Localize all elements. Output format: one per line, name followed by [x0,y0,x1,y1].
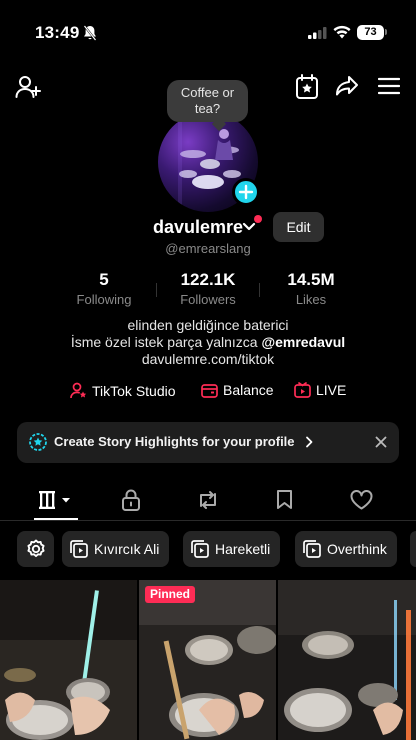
tab-videos-grid[interactable] [38,490,72,510]
chip-overflow[interactable] [410,531,416,567]
tab-private-lock-icon[interactable] [121,489,141,511]
bio-line-2-text: İsme özel istek parça yalnızca [70,334,262,350]
video-thumbnail-3[interactable] [278,580,416,740]
video-thumbnail-2[interactable] [139,580,276,740]
chevron-down-icon[interactable] [242,222,256,232]
tab-favorites-bookmark-icon[interactable] [276,489,293,510]
chevron-right-icon [305,436,313,448]
playlist-icon [303,540,321,558]
person-star-icon [70,382,87,399]
bio-line-2: İsme özel istek parça yalnızca @emredavu… [0,334,416,350]
calendar-star-icon[interactable] [295,74,319,100]
bio-mention-link[interactable]: @emredavul [261,334,345,350]
stat-likes[interactable]: 14.5M Likes [261,270,361,307]
likes-count: 14.5M [287,270,335,289]
share-icon[interactable] [335,74,359,98]
battery-tip [385,29,387,35]
playlist-icon [70,540,88,558]
video-thumbnail-1[interactable] [0,580,137,740]
stat-followers[interactable]: 122.1K Followers [158,270,258,307]
chip-settings[interactable] [17,531,54,567]
following-label: Following [76,292,132,307]
user-handle: @emrearslang [165,241,251,256]
menu-icon[interactable] [378,77,400,95]
status-time: 13:49 [35,23,80,42]
notification-dot [254,215,262,223]
tab-divider [0,520,416,521]
highlight-star-icon [29,433,47,451]
gear-icon [26,539,46,559]
playlist-icon [191,540,209,558]
balance-link[interactable]: Balance [201,382,274,398]
live-link[interactable]: LIVE [294,382,346,398]
followers-count: 122.1K [180,270,236,289]
stat-divider [156,283,157,297]
pinned-badge: Pinned [145,586,196,603]
bio-website-link[interactable]: davulemre.com/tiktok [0,351,416,367]
add-friend-icon[interactable] [15,74,41,100]
chip-playlist-3[interactable]: Overthink [295,531,397,567]
live-tv-icon [294,382,311,398]
chip-playlist-2[interactable]: Hareketli [183,531,281,567]
tab-liked-heart-icon[interactable] [350,490,373,510]
bell-slash-icon [83,25,97,41]
wifi-icon [333,25,351,39]
tiktok-studio-link[interactable]: TikTok Studio [70,382,176,399]
likes-label: Likes [295,292,327,307]
chip-label: Hareketli [215,541,271,557]
edit-profile-button[interactable]: Edit [273,212,324,242]
wallet-icon [201,383,218,398]
cellular-signal-icon [308,27,328,39]
add-avatar-button[interactable] [232,178,260,206]
followers-label: Followers [180,292,236,307]
close-icon[interactable] [375,436,387,448]
live-label: LIVE [316,382,347,398]
stat-following[interactable]: 5 Following [54,270,154,307]
chip-label: Overthink [327,541,387,557]
chip-label: Kıvırcık Ali [94,541,160,557]
chip-playlist-1[interactable]: Kıvırcık Ali [62,531,170,567]
balance-label: Balance [223,382,274,398]
stat-divider [259,283,260,297]
bio-line-1: elinden geldiğince baterici [127,317,289,333]
username[interactable]: davulemre [153,217,243,238]
tab-reposts-icon[interactable] [196,490,220,510]
following-count: 5 [99,270,109,289]
battery-indicator: 73 [357,25,384,40]
banner-text: Create Story Highlights for your profile [54,434,295,449]
tiktok-studio-label: TikTok Studio [92,382,176,399]
profile-note-bubble[interactable]: Coffee or tea? [167,80,248,122]
